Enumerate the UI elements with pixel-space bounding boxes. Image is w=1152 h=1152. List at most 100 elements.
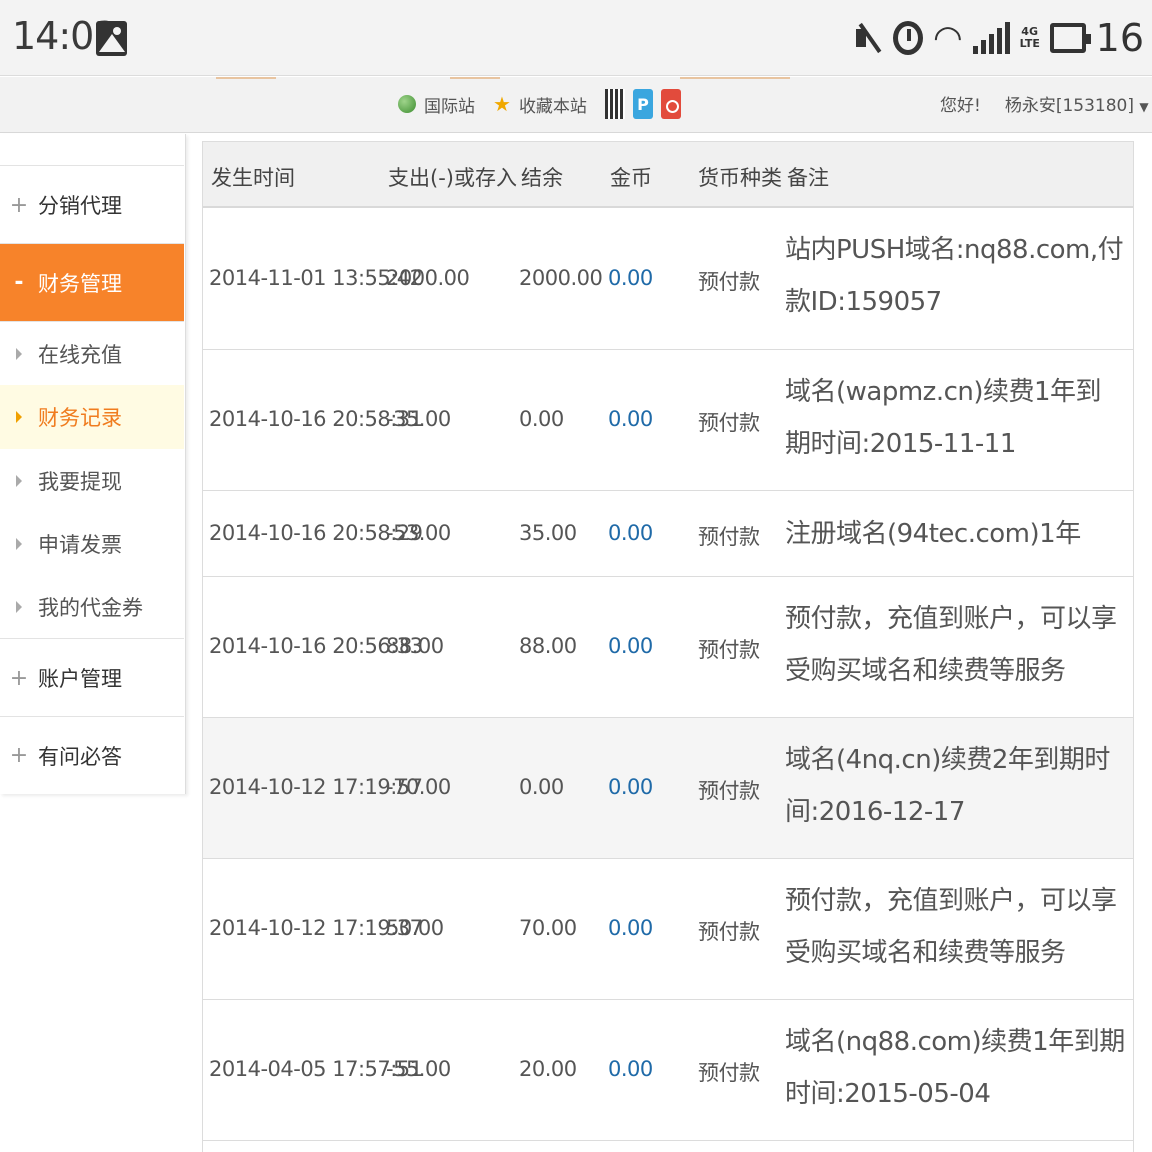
cell-amount: -53.00 bbox=[386, 521, 451, 545]
qr-code-icon[interactable] bbox=[604, 89, 625, 119]
cell-amount: 50.00 bbox=[386, 916, 444, 940]
sidebar-subitem-label: 我要提现 bbox=[38, 469, 122, 494]
cell-currency: 预付款 bbox=[698, 638, 760, 662]
star-icon: ★ bbox=[493, 92, 511, 116]
p-app-icon[interactable]: P bbox=[632, 89, 653, 119]
cell-currency: 预付款 bbox=[698, 779, 760, 803]
cell-balance: 35.00 bbox=[519, 521, 577, 545]
nav-links: 国际站 ★ 收藏本站 P bbox=[398, 89, 681, 119]
sidebar-item-label: 财务管理 bbox=[38, 271, 122, 296]
sidebar-item-label: 有问必答 bbox=[38, 744, 122, 769]
table-row: 2014-10-12 17:19:57 -70.00 0.00 0.00 预付款… bbox=[203, 718, 1133, 859]
column-header-balance: 结余 bbox=[521, 166, 563, 190]
cell-currency: 预付款 bbox=[698, 270, 760, 294]
sidebar-item-label: 账户管理 bbox=[38, 667, 122, 691]
cell-balance: 0.00 bbox=[519, 407, 564, 431]
cell-gold: 0.00 bbox=[608, 407, 653, 431]
cell-note: 预付款，充值到账户，可以享受购买域名和续费等服务 bbox=[785, 604, 1117, 686]
cell-note: 注册域名(94tec.com)1年 bbox=[785, 519, 1081, 549]
cell-balance: 88.00 bbox=[519, 634, 577, 658]
column-header-note: 备注 bbox=[787, 166, 829, 190]
cell-note: 域名(4nq.cn)续费2年到期时间:2016-12-17 bbox=[785, 745, 1110, 827]
cell-amount: -70.00 bbox=[386, 775, 451, 799]
expand-icon: + bbox=[9, 192, 29, 218]
table-row: 2014-10-12 17:19:37 50.00 70.00 0.00 预付款… bbox=[203, 859, 1133, 1000]
chevron-right-icon bbox=[0, 537, 38, 550]
username: 杨永安[153180] bbox=[1004, 96, 1134, 116]
chevron-right-icon bbox=[0, 600, 38, 613]
cell-currency: 预付款 bbox=[698, 525, 760, 549]
cell-balance: 0.00 bbox=[519, 775, 564, 799]
cell-amount: -55.00 bbox=[386, 1057, 451, 1081]
cell-balance: 2000.00 bbox=[519, 266, 603, 290]
sidebar-subitem-records[interactable]: 财务记录 bbox=[0, 385, 184, 449]
alarm-icon bbox=[892, 21, 923, 55]
wifi-icon: ◠ bbox=[932, 18, 963, 58]
cell-amount: -35.00 bbox=[386, 407, 451, 431]
cell-note: 域名(wapmz.cn)续费1年到期时间:2015-11-11 bbox=[785, 377, 1102, 459]
mute-icon bbox=[853, 20, 883, 56]
column-header-amount: 支出(-)或存入 bbox=[388, 166, 517, 190]
status-bar: 14:03 ◠ 4G LTE 16 bbox=[0, 0, 1152, 76]
sidebar-subitem-invoice[interactable]: 申请发票 bbox=[0, 512, 184, 575]
cell-note: 站内PUSH域名:nq88.com,付款ID:159057 bbox=[785, 235, 1124, 317]
signal-icon bbox=[972, 22, 1010, 54]
battery-percent: 16 bbox=[1095, 16, 1144, 60]
sidebar-subitem-label: 财务记录 bbox=[38, 406, 122, 430]
cell-currency: 预付款 bbox=[698, 920, 760, 944]
sidebar-item-faq[interactable]: + 有问必答 bbox=[0, 717, 184, 794]
cell-currency: 预付款 bbox=[698, 411, 760, 435]
user-menu[interactable]: 杨永安[153180] ▼ bbox=[1005, 91, 1149, 116]
cell-gold: 0.00 bbox=[608, 775, 653, 799]
sidebar-item-partial-top bbox=[0, 134, 184, 166]
chevron-down-icon: ▼ bbox=[1139, 100, 1149, 114]
sidebar-subitem-recharge[interactable]: 在线充值 bbox=[0, 322, 184, 385]
globe-icon bbox=[398, 95, 416, 113]
chevron-right-icon bbox=[0, 474, 38, 487]
cell-amount: 88.00 bbox=[386, 634, 444, 658]
collapse-icon: - bbox=[14, 270, 24, 295]
table-row: 2014-10-16 20:56:33 88.00 88.00 0.00 预付款… bbox=[203, 577, 1133, 718]
intl-site-link[interactable]: 国际站 bbox=[424, 92, 475, 117]
cell-gold: 0.00 bbox=[608, 634, 653, 658]
table-header: 发生时间 支出(-)或存入 结余 金币 货币种类 备注 bbox=[203, 141, 1133, 208]
battery-icon bbox=[1049, 23, 1091, 53]
cell-balance: 20.00 bbox=[519, 1057, 577, 1081]
sidebar-item-label: 分销代理 bbox=[38, 194, 122, 218]
sidebar-item-distribution[interactable]: + 分销代理 bbox=[0, 167, 184, 244]
expand-icon: + bbox=[9, 665, 29, 691]
nav-decoration-strip bbox=[210, 77, 810, 80]
cell-gold: 0.00 bbox=[608, 1057, 653, 1081]
sidebar-subitem-label: 申请发票 bbox=[38, 532, 122, 557]
cell-currency: 预付款 bbox=[698, 1061, 760, 1085]
cell-gold: 0.00 bbox=[608, 916, 653, 940]
greeting-text: 您好! bbox=[940, 96, 981, 116]
user-area: 您好! 杨永安[153180] ▼ 管理 bbox=[940, 91, 1152, 116]
image-icon bbox=[96, 21, 127, 56]
cell-balance: 70.00 bbox=[519, 916, 577, 940]
table-row: 2014-11-01 13:55:42 2000.00 2000.00 0.00… bbox=[203, 208, 1133, 350]
cell-note: 域名(nq88.com)续费1年到期时间:2015-05-04 bbox=[785, 1027, 1125, 1109]
table-row: 2014-04-05 17:57:51 -55.00 20.00 0.00 预付… bbox=[203, 1000, 1133, 1141]
network-type-label: 4G LTE bbox=[1019, 25, 1040, 50]
sidebar-subitem-vouchers[interactable]: 我的代金券 bbox=[0, 575, 184, 639]
sidebar-item-account[interactable]: + 账户管理 bbox=[0, 640, 184, 717]
expand-icon: + bbox=[9, 743, 29, 768]
cell-note: 预付款，充值到账户，可以享受购买域名和续费等服务 bbox=[785, 886, 1117, 968]
top-nav-bar: 国际站 ★ 收藏本站 P 您好! 杨永安[153180] ▼ 管理 bbox=[0, 77, 1152, 133]
status-icons: ◠ 4G LTE 16 bbox=[853, 12, 1144, 64]
cell-gold: 0.00 bbox=[608, 266, 653, 290]
column-header-gold: 金币 bbox=[610, 166, 652, 190]
chevron-right-icon bbox=[0, 347, 38, 360]
sidebar-subitem-label: 在线充值 bbox=[38, 342, 122, 367]
weibo-icon[interactable] bbox=[660, 89, 681, 119]
table-row: 2014-10-16 20:58:29 -53.00 35.00 0.00 预付… bbox=[203, 491, 1133, 577]
sidebar-subitem-withdraw[interactable]: 我要提现 bbox=[0, 449, 184, 512]
finance-records-table: 发生时间 支出(-)或存入 结余 金币 货币种类 备注 2014-11-01 1… bbox=[202, 141, 1134, 1152]
chevron-right-icon bbox=[0, 411, 38, 423]
sidebar-subitem-label: 我的代金券 bbox=[38, 595, 143, 620]
sidebar: + 分销代理 - 财务管理 在线充值 财务记录 我要提现 申请发票 我的代金券 … bbox=[0, 134, 186, 794]
bookmark-link[interactable]: 收藏本站 bbox=[519, 92, 587, 117]
sidebar-item-finance[interactable]: - 财务管理 bbox=[0, 244, 184, 322]
table-row: 2014-10-16 20:58:31 -35.00 0.00 0.00 预付款… bbox=[203, 350, 1133, 491]
